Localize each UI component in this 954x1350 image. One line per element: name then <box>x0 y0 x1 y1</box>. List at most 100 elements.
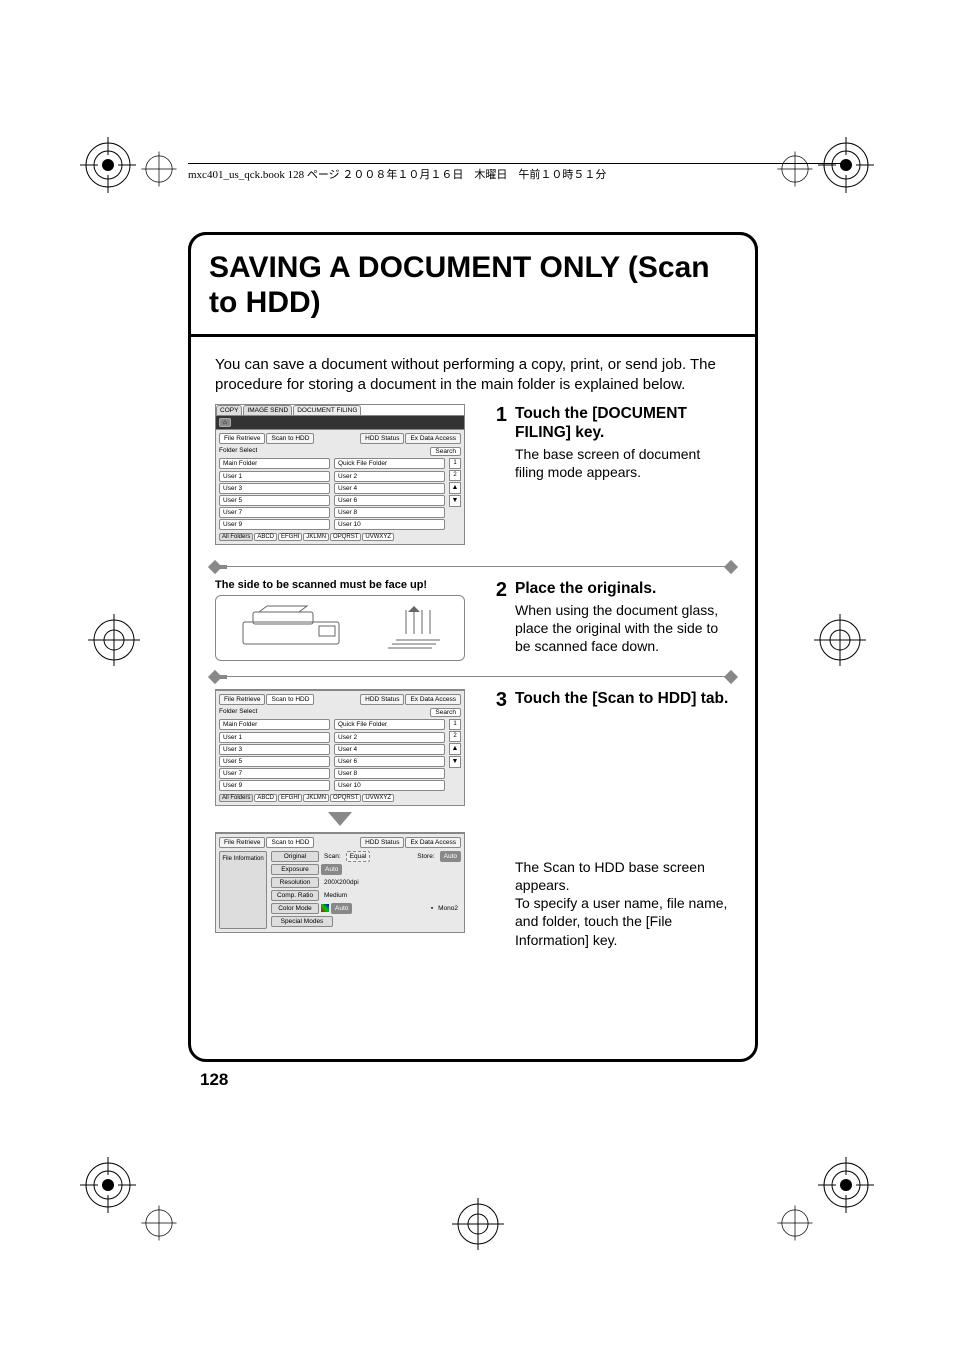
alpha-filter[interactable]: UVWXYZ <box>362 794 394 802</box>
quick-file-folder-button[interactable]: Quick File Folder <box>334 719 445 730</box>
scroll-up-icon[interactable]: ▲ <box>449 482 461 494</box>
user-folder[interactable]: User 4 <box>334 744 445 755</box>
user-folder[interactable]: User 2 <box>334 732 445 743</box>
face-up-note: The side to be scanned must be face up! <box>215 579 465 591</box>
page-indicator: 2 <box>449 470 461 481</box>
page-number: 128 <box>200 1070 228 1090</box>
user-folder[interactable]: User 4 <box>334 483 445 494</box>
alpha-filter[interactable]: All Folders <box>219 533 253 541</box>
mode-tab-image-send[interactable]: IMAGE SEND <box>243 405 292 415</box>
quick-file-folder-button[interactable]: Quick File Folder <box>334 458 445 469</box>
sub-tab-file-retrieve[interactable]: File Retrieve <box>219 433 265 444</box>
step-number: 3 <box>489 689 507 949</box>
scan-value: Equal <box>346 851 371 862</box>
alpha-filter[interactable]: EFGHI <box>278 794 302 802</box>
user-folder[interactable]: User 2 <box>334 471 445 482</box>
user-folder[interactable]: User 10 <box>334 519 445 530</box>
user-folder[interactable]: User 5 <box>219 495 330 506</box>
file-information-button[interactable]: File Information <box>219 851 267 929</box>
user-folder[interactable]: User 9 <box>219 780 330 791</box>
mode-tab-document-filing[interactable]: DOCUMENT FILING <box>293 405 361 415</box>
sub-tab-file-retrieve[interactable]: File Retrieve <box>219 837 265 848</box>
step-text: The Scan to HDD base screen appears. To … <box>515 858 731 949</box>
scan-label: Scan: <box>321 852 344 861</box>
crop-mark-icon <box>816 135 876 195</box>
page-title: SAVING A DOCUMENT ONLY (Scan to HDD) <box>209 251 737 320</box>
user-folder[interactable]: User 8 <box>334 507 445 518</box>
sub-tab-hdd-status[interactable]: HDD Status <box>360 694 404 705</box>
mode-tab-copy[interactable]: COPY <box>216 405 242 415</box>
user-folder[interactable]: User 9 <box>219 519 330 530</box>
home-icon[interactable]: ⌂ <box>219 418 231 427</box>
step-title: Touch the [DOCUMENT FILING] key. <box>515 404 731 443</box>
alpha-filter[interactable]: JKLMN <box>303 794 329 802</box>
sub-tab-hdd-status[interactable]: HDD Status <box>360 433 404 444</box>
scroll-up-icon[interactable]: ▲ <box>449 743 461 755</box>
search-button[interactable]: Search <box>430 708 461 717</box>
user-folder[interactable]: User 10 <box>334 780 445 791</box>
alpha-filter[interactable]: UVWXYZ <box>362 533 394 541</box>
user-folder[interactable]: User 3 <box>219 483 330 494</box>
store-value: Auto <box>440 851 461 862</box>
exposure-button[interactable]: Exposure <box>271 864 319 875</box>
user-folder[interactable]: User 5 <box>219 756 330 767</box>
mono-label: Mono2 <box>435 904 461 913</box>
main-folder-button[interactable]: Main Folder <box>219 719 330 730</box>
color-mode-button[interactable]: Color Mode <box>271 903 319 914</box>
main-folder-button[interactable]: Main Folder <box>219 458 330 469</box>
alpha-filter[interactable]: EFGHI <box>278 533 302 541</box>
alpha-filter[interactable]: OPQRST <box>330 794 361 802</box>
crop-mark-icon <box>78 1155 138 1215</box>
sub-tab-scan-to-hdd[interactable]: Scan to HDD <box>266 694 314 705</box>
page-indicator: 1 <box>449 719 461 730</box>
step-divider <box>215 675 731 679</box>
alpha-filter[interactable]: ABCD <box>254 794 277 802</box>
step-text: The base screen of document filing mode … <box>515 445 731 481</box>
sub-tab-ex-data[interactable]: Ex Data Access <box>405 433 461 444</box>
color-swatch-icon <box>321 904 329 912</box>
sub-tab-hdd-status[interactable]: HDD Status <box>360 837 404 848</box>
registration-cross-icon <box>452 1198 504 1250</box>
alpha-filter[interactable]: JKLMN <box>303 533 329 541</box>
scroll-down-icon[interactable]: ▼ <box>449 756 461 768</box>
resolution-button[interactable]: Resolution <box>271 877 319 888</box>
user-folder[interactable]: User 1 <box>219 732 330 743</box>
sub-tab-file-retrieve[interactable]: File Retrieve <box>219 694 265 705</box>
sub-tab-scan-to-hdd[interactable]: Scan to HDD <box>266 837 314 848</box>
user-folder[interactable]: User 7 <box>219 507 330 518</box>
intro-text: You can save a document without performi… <box>191 337 755 404</box>
sub-tab-ex-data[interactable]: Ex Data Access <box>405 694 461 705</box>
user-folder[interactable]: User 7 <box>219 768 330 779</box>
user-folder[interactable]: User 8 <box>334 768 445 779</box>
store-label: Store: <box>414 852 437 861</box>
scanner-illustration <box>215 595 465 661</box>
alpha-filter[interactable]: ABCD <box>254 533 277 541</box>
comp-value: Medium <box>321 891 350 900</box>
registration-cross-icon <box>814 614 866 666</box>
alpha-filter[interactable]: OPQRST <box>330 533 361 541</box>
step-2: The side to be scanned must be face up! … <box>191 579 755 671</box>
folder-select-label: Folder Select <box>219 708 257 717</box>
search-button[interactable]: Search <box>430 447 461 456</box>
sub-tab-ex-data[interactable]: Ex Data Access <box>405 837 461 848</box>
feeder-icon <box>239 604 349 652</box>
sub-tab-scan-to-hdd[interactable]: Scan to HDD <box>266 433 314 444</box>
registration-cross-icon <box>140 150 178 188</box>
user-folder[interactable]: User 6 <box>334 756 445 767</box>
header-rule <box>188 163 848 164</box>
original-button[interactable]: Original <box>271 851 319 862</box>
user-folder[interactable]: User 3 <box>219 744 330 755</box>
special-modes-button[interactable]: Special Modes <box>271 916 333 927</box>
user-folder[interactable]: User 6 <box>334 495 445 506</box>
user-folder[interactable]: User 1 <box>219 471 330 482</box>
step-title: Place the originals. <box>515 579 731 598</box>
scroll-down-icon[interactable]: ▼ <box>449 495 461 507</box>
crop-mark-icon <box>816 1155 876 1215</box>
paper-stack-icon <box>382 604 442 652</box>
comp-ratio-button[interactable]: Comp. Ratio <box>271 890 319 901</box>
step-3: File Retrieve Scan to HDD HDD Status Ex … <box>191 689 755 959</box>
alpha-filter[interactable]: All Folders <box>219 794 253 802</box>
step-number: 1 <box>489 404 507 551</box>
step-number: 2 <box>489 579 507 661</box>
touchscreen-panel-1: COPY IMAGE SEND DOCUMENT FILING ⌂ File R… <box>215 404 465 545</box>
